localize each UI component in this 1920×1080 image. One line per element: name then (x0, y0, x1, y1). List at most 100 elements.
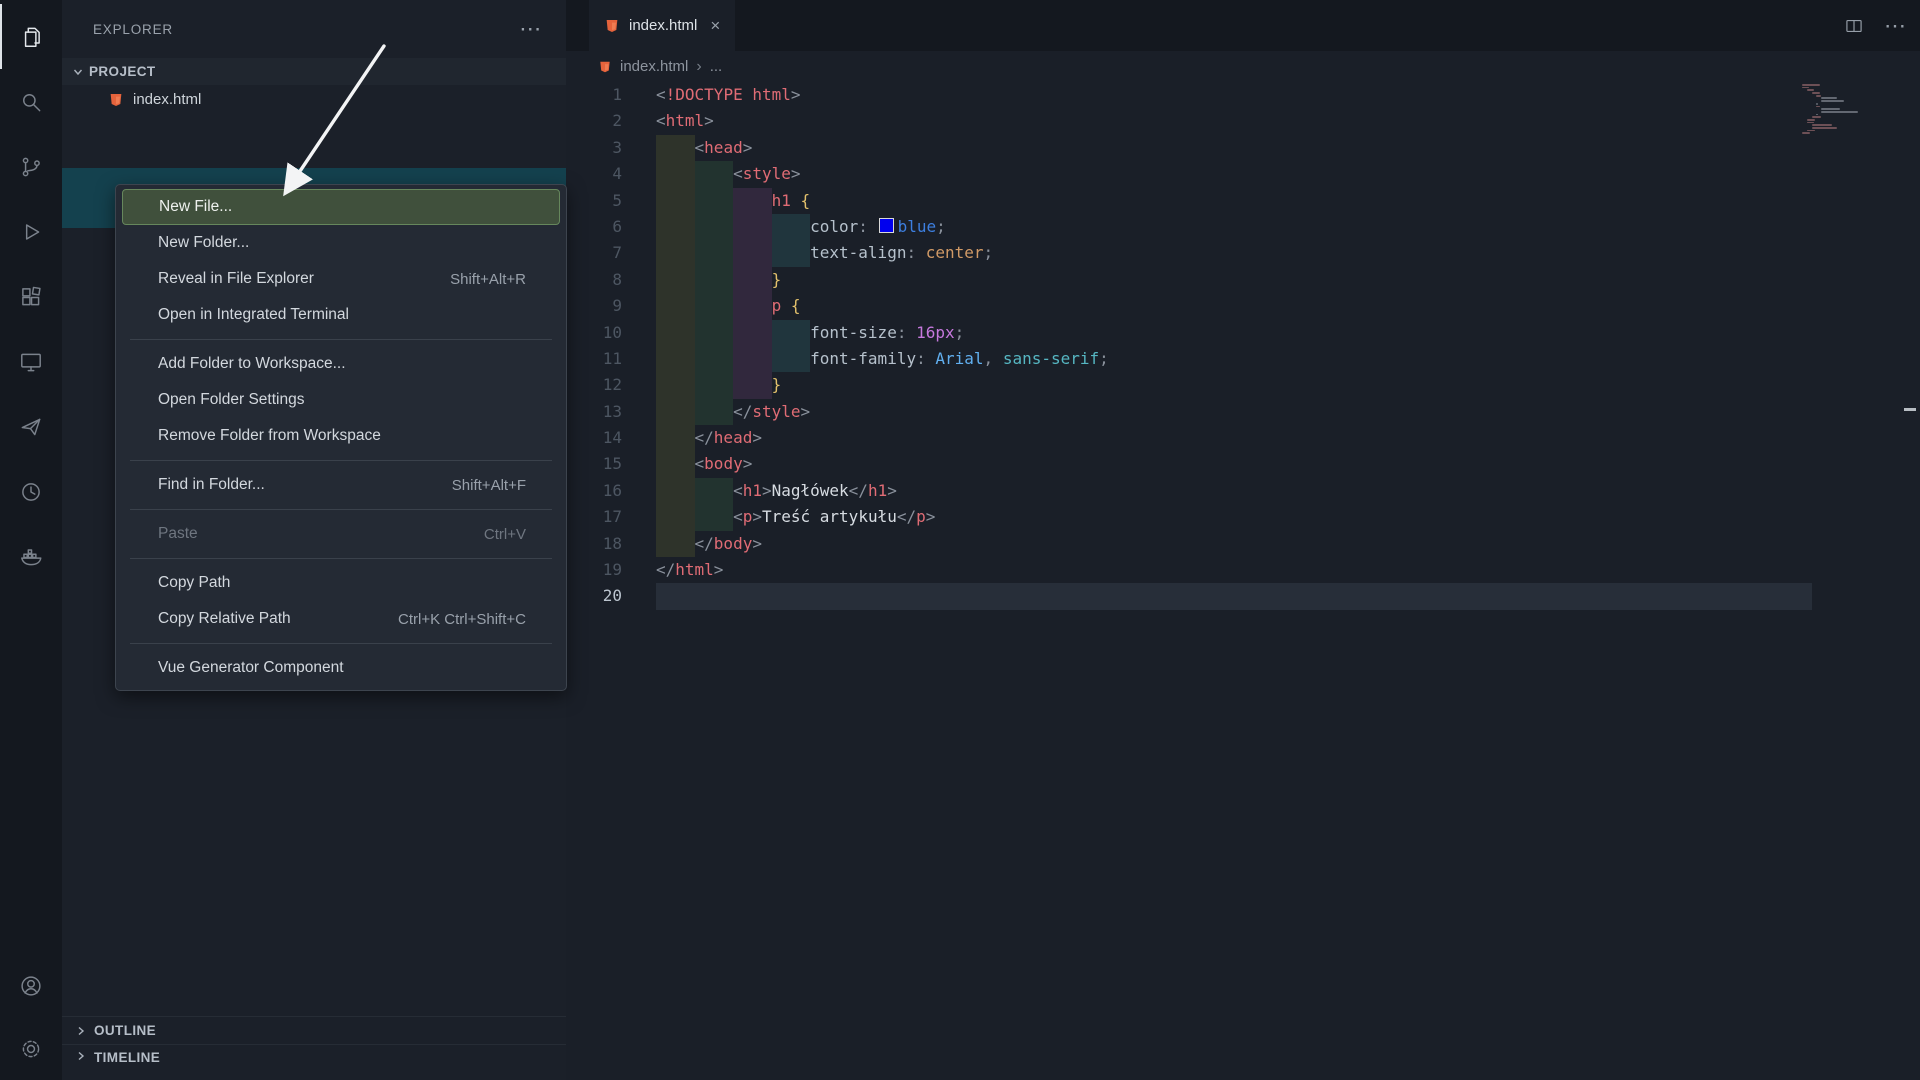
history-button[interactable] (0, 459, 62, 524)
indent-guide (771, 345, 811, 373)
code-token: : (906, 243, 917, 263)
code-line-14[interactable]: 14 </head> (566, 425, 1920, 452)
outline-section-header[interactable]: OUTLINE (62, 1016, 566, 1044)
minimap-line (1806, 121, 1814, 124)
code-line-10[interactable]: 10 font-size: 16px; (566, 319, 1920, 346)
menu-item-add-folder-to-workspace[interactable]: Add Folder to Workspace... (116, 346, 566, 382)
breadcrumb-file[interactable]: index.html (620, 58, 688, 75)
code-line-9[interactable]: 9 p { (566, 293, 1920, 320)
line-number: 16 (602, 480, 622, 500)
monitor-icon (21, 353, 41, 371)
tab-bar: index.html × ⋯ (566, 0, 1920, 51)
code-token: p (771, 296, 782, 316)
sidebar-more-button[interactable]: ⋯ (519, 18, 542, 40)
minimap-line (1806, 89, 1814, 92)
menu-item-open-in-integrated-terminal[interactable]: Open in Integrated Terminal (116, 297, 566, 333)
file-row-index-html[interactable]: index.html (62, 85, 566, 114)
indent-guide (694, 266, 734, 294)
code-line-7[interactable]: 7 text-align: center; (566, 240, 1920, 267)
line-number: 19 (602, 560, 622, 580)
code-line-4[interactable]: 4 <style> (566, 161, 1920, 188)
extensions-button[interactable] (0, 264, 62, 329)
code-token: ; (954, 322, 965, 342)
code-token: : (858, 216, 868, 236)
code-token: > (790, 164, 801, 184)
code-token: > (752, 507, 762, 527)
menu-item-copy-path[interactable]: Copy Path (116, 565, 566, 601)
code-token: color (810, 216, 859, 236)
menu-item-open-folder-settings[interactable]: Open Folder Settings (116, 382, 566, 418)
menu-item-shortcut: Shift+Alt+F (451, 476, 526, 494)
share-button[interactable] (0, 394, 62, 459)
menu-item-reveal-in-file-explorer[interactable]: Reveal in File Explorer Shift+Alt+R (116, 261, 566, 297)
source-control-button[interactable] (0, 134, 62, 199)
code-line-17[interactable]: 17 <p>Treść artykułu</p> (566, 504, 1920, 531)
project-folder-row[interactable]: PROJECT (62, 58, 566, 85)
code-line-19[interactable]: 19 </html> (566, 557, 1920, 583)
timeline-section-header[interactable]: TIMELINE (62, 1044, 566, 1080)
code-line-15[interactable]: 15 <body> (566, 451, 1920, 478)
menu-item-new-file[interactable]: New File... (122, 189, 560, 225)
code-token: h1 (771, 190, 791, 210)
menu-item-copy-relative-path[interactable]: Copy Relative Path Ctrl+K Ctrl+Shift+C (116, 601, 566, 637)
line-content: h1 { (622, 187, 811, 214)
code-editor[interactable]: 1 <!DOCTYPE html> 2 <html> 3 <head> 4 <style>… (566, 82, 1920, 611)
line-number: 14 (602, 428, 622, 448)
search-button[interactable] (0, 69, 62, 134)
code-line-20[interactable]: 20 (566, 583, 1920, 611)
breadcrumb-more[interactable]: ... (710, 58, 723, 75)
minimap-line (1806, 118, 1816, 121)
run-debug-button[interactable] (0, 199, 62, 264)
editor-more-button[interactable]: ⋯ (1884, 14, 1906, 37)
explorer-button[interactable] (0, 4, 62, 69)
menu-separator (130, 558, 552, 559)
code-line-18[interactable]: 18 </body> (566, 530, 1920, 558)
menu-item-vue-generator-component[interactable]: Vue Generator Component (116, 650, 566, 686)
code-token: { (800, 190, 811, 210)
code-line-1[interactable]: 1 <!DOCTYPE html> (566, 82, 1920, 108)
code-line-11[interactable]: 11 font-family: Arial, sans-serif; (566, 345, 1920, 373)
code-line-3[interactable]: 3 <head> (566, 134, 1920, 162)
code-line-2[interactable]: 2 <html> (566, 108, 1920, 134)
code-line-6[interactable]: 6 color: blue; (566, 213, 1920, 241)
menu-item-find-in-folder[interactable]: Find in Folder... Shift+Alt+F (116, 467, 566, 503)
code-token: body (713, 533, 753, 553)
docker-button[interactable] (0, 524, 62, 589)
code-line-13[interactable]: 13 </style> (566, 398, 1920, 426)
indent-guide (656, 372, 695, 399)
account-button[interactable] (0, 954, 62, 1017)
split-editor-icon[interactable] (1844, 16, 1864, 36)
code-token: head (704, 137, 743, 157)
code-line-8[interactable]: 8 } (566, 266, 1920, 294)
indent-guide (733, 213, 772, 241)
line-number: 2 (612, 111, 622, 131)
code-token: > (742, 137, 753, 157)
code-line-5[interactable]: 5 h1 { (566, 187, 1920, 214)
minimap-line (1816, 102, 1818, 105)
line-number: 1 (612, 85, 622, 104)
settings-button[interactable] (0, 1017, 62, 1080)
code-token: < (733, 164, 743, 184)
code-token: Nagłówek (771, 480, 849, 500)
menu-item-remove-folder-from-workspace[interactable]: Remove Folder from Workspace (116, 418, 566, 454)
color-swatch-blue[interactable] (878, 217, 894, 233)
minimap[interactable] (1802, 84, 1864, 138)
breadcrumb[interactable]: index.html › ... (566, 51, 1920, 82)
code-line-16[interactable]: 16 <h1>Nagłówek</h1> (566, 477, 1920, 505)
tab-index-html[interactable]: index.html × (589, 0, 736, 51)
menu-item-label: Copy Path (158, 574, 231, 591)
indent-guide (656, 451, 695, 478)
minimap-line (1811, 92, 1820, 94)
remote-explorer-button[interactable] (0, 329, 62, 394)
chevron-down-icon (73, 69, 83, 75)
search-icon (23, 93, 41, 111)
menu-item-new-folder[interactable]: New Folder... (116, 225, 566, 261)
tab-close-button[interactable]: × (710, 16, 720, 36)
code-line-12[interactable]: 12 } (566, 372, 1920, 399)
code-token: style (742, 164, 791, 184)
indent-guide (733, 345, 772, 373)
account-icon (21, 975, 41, 996)
indent-guide (656, 477, 695, 505)
